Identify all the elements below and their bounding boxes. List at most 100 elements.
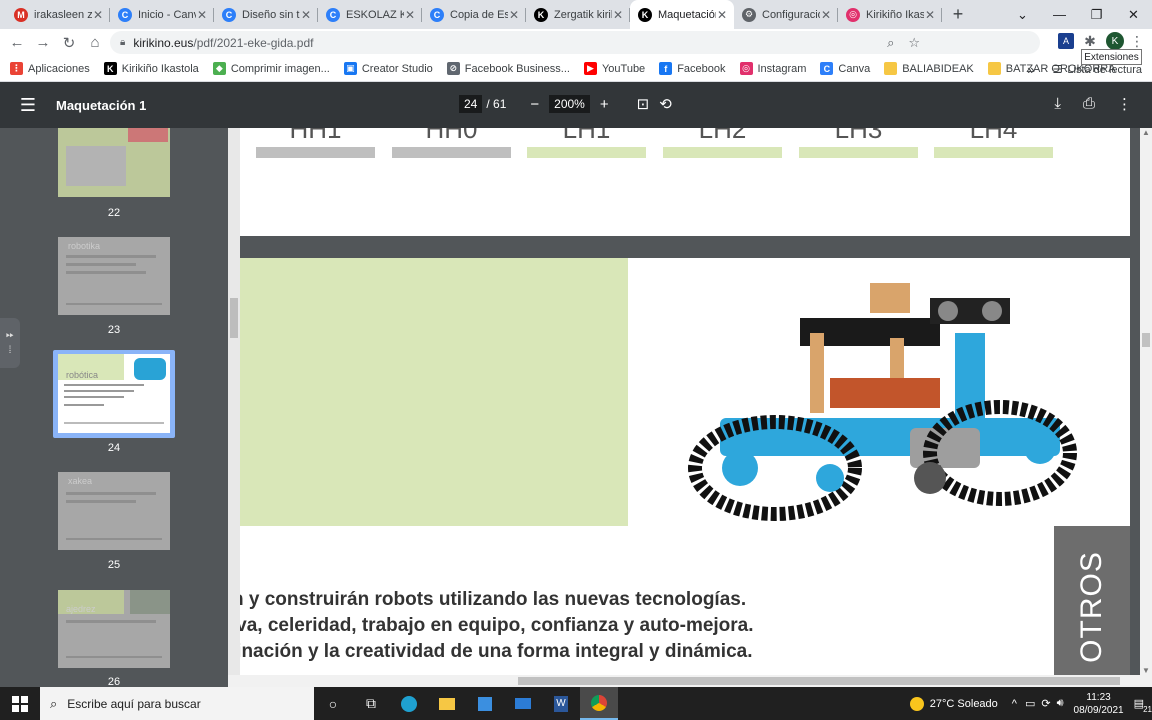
- close-tab-icon[interactable]: ✕: [820, 8, 832, 22]
- thumbnail-page-26[interactable]: ajedrez: [58, 590, 170, 668]
- print-icon[interactable]: ⎙: [1083, 95, 1095, 113]
- fit-page-icon[interactable]: ⊡: [637, 95, 650, 113]
- thumbnail-page-24[interactable]: robótica: [58, 354, 170, 433]
- close-tab-icon[interactable]: ✕: [508, 8, 520, 22]
- tray-overflow-icon[interactable]: ^: [1012, 698, 1017, 710]
- extension-icon[interactable]: A: [1058, 33, 1074, 49]
- pdf-menu-icon[interactable]: ☰: [0, 95, 56, 116]
- sidebar-toggle-handle[interactable]: ⏩︎ ⁞: [0, 318, 20, 368]
- close-tab-icon[interactable]: ✕: [92, 8, 104, 22]
- store-icon[interactable]: [466, 687, 504, 720]
- bookmark-item[interactable]: f Facebook: [659, 62, 726, 75]
- browser-tab[interactable]: C ESKOLAZ Kir✕: [318, 0, 422, 29]
- bookmark-item[interactable]: ⊘ Facebook Business...: [446, 62, 570, 75]
- bookmark-item[interactable]: ▶ YouTube: [583, 62, 645, 75]
- tab-title: Configuración: [762, 8, 820, 21]
- reload-button[interactable]: ↻: [56, 30, 82, 56]
- restore-button[interactable]: ❐: [1078, 0, 1115, 29]
- minimize-button[interactable]: —: [1041, 0, 1078, 29]
- browser-tab[interactable]: Mirakasleen ze✕: [6, 0, 110, 29]
- title-banner: [240, 258, 628, 526]
- robot-image: [688, 283, 1077, 521]
- address-url: kirikino.eus/pdf/2021-eke-gida.pdf: [133, 35, 314, 50]
- browser-tab[interactable]: ⚙ Configuración✕: [734, 0, 838, 29]
- back-button[interactable]: ←: [4, 30, 30, 56]
- scroll-down-arrow-icon[interactable]: ▼: [1142, 666, 1150, 675]
- sidebar-scrollbar[interactable]: [228, 128, 240, 687]
- bookmark-label: Facebook: [677, 62, 726, 75]
- zoom-out-button[interactable]: −: [530, 96, 539, 113]
- browser-tab[interactable]: K Maquetación ✕: [630, 0, 734, 29]
- bookmark-item[interactable]: C Canva: [820, 62, 870, 75]
- tab-title: ESKOLAZ Kir: [346, 8, 404, 21]
- volume-icon[interactable]: 🔊︎: [1057, 697, 1064, 710]
- viewer-horizontal-scrollbar[interactable]: [228, 675, 1152, 687]
- profile-avatar[interactable]: K: [1106, 32, 1124, 50]
- viewer-vertical-scrollbar[interactable]: ▲ ▼: [1140, 128, 1152, 675]
- pdf-title: Maquetación 1: [56, 97, 147, 113]
- bookmark-star-icon[interactable]: ☆: [908, 35, 920, 51]
- network-icon[interactable]: ▭: [1025, 697, 1035, 710]
- browser-tab[interactable]: ◎ Kirikiño Ikast ✕: [838, 0, 942, 29]
- folder-icon: [884, 62, 898, 75]
- close-tab-icon[interactable]: ✕: [924, 8, 936, 22]
- thumbnail-page-25[interactable]: xakea: [58, 472, 170, 550]
- taskbar-search-box[interactable]: ⌕ Escribe aquí para buscar: [40, 687, 314, 720]
- extensions-puzzle-icon[interactable]: ✱: [1080, 33, 1100, 50]
- bookmark-item[interactable]: ◎ Instagram: [739, 62, 806, 75]
- rotate-icon[interactable]: ⟲: [659, 95, 672, 113]
- thumbnail-page-22[interactable]: [58, 128, 170, 197]
- new-tab-button[interactable]: +: [942, 0, 974, 29]
- file-explorer-icon[interactable]: [428, 687, 466, 720]
- page-number-input[interactable]: 24: [459, 95, 483, 113]
- bookmark-item[interactable]: ◆ Comprimir imagen...: [212, 62, 330, 75]
- tab-search-icon[interactable]: ⌄: [1004, 0, 1041, 29]
- download-icon[interactable]: ⤓: [1054, 95, 1061, 113]
- thumbnail-page-23[interactable]: robotika: [58, 237, 170, 315]
- more-options-icon[interactable]: ⋮: [1117, 95, 1132, 113]
- close-tab-icon[interactable]: ✕: [612, 8, 624, 22]
- browser-tab[interactable]: C Copia de Esk✕: [422, 0, 526, 29]
- bookmark-label: Facebook Business...: [464, 62, 570, 75]
- system-tray: 27°C Soleado ^ ▭ ⟳ 🔊︎ 11:23 08/09/2021 ▤…: [909, 687, 1152, 720]
- address-bar[interactable]: 🔒︎ kirikino.eus/pdf/2021-eke-gida.pdf ⌕ …: [110, 31, 1040, 54]
- notification-icon[interactable]: ▤ 21: [1134, 697, 1152, 714]
- windows-start-icon[interactable]: [0, 687, 40, 720]
- bookmark-item[interactable]: BALIABIDEAK: [884, 62, 974, 75]
- tab-title: Maquetación: [658, 8, 716, 21]
- sync-icon[interactable]: ⟳: [1041, 697, 1050, 710]
- chrome-icon[interactable]: [580, 687, 618, 720]
- extensions-tooltip: Extensiones: [1081, 49, 1142, 65]
- close-window-button[interactable]: ✕: [1115, 0, 1152, 29]
- level-bar: [663, 147, 782, 158]
- close-tab-icon[interactable]: ✕: [196, 8, 208, 22]
- task-view-icon[interactable]: ⧉: [352, 687, 390, 720]
- taskbar-clock[interactable]: 11:23 08/09/2021: [1074, 691, 1124, 717]
- mail-icon[interactable]: [504, 687, 542, 720]
- browser-tab[interactable]: K Zergatik kirik ✕: [526, 0, 630, 29]
- windows-taskbar: ⌕ Escribe aquí para buscar ○ ⧉ W 27°C So…: [0, 687, 1152, 720]
- word-icon[interactable]: W: [542, 687, 580, 720]
- cortana-icon[interactable]: ○: [314, 687, 352, 720]
- close-tab-icon[interactable]: ✕: [300, 8, 312, 22]
- browser-tab[interactable]: C Diseño sin tí ✕: [214, 0, 318, 29]
- zoom-in-button[interactable]: +: [600, 96, 609, 113]
- scroll-up-arrow-icon[interactable]: ▲: [1142, 128, 1150, 137]
- close-tab-icon[interactable]: ✕: [716, 8, 728, 22]
- zoom-icon[interactable]: ⌕: [887, 35, 894, 51]
- forward-button[interactable]: →: [30, 30, 56, 56]
- zoom-level-input[interactable]: 200%: [549, 95, 590, 113]
- bookmarks-overflow-button[interactable]: »: [1027, 62, 1034, 77]
- level-bar: [799, 147, 918, 158]
- home-button[interactable]: ⌂: [82, 30, 108, 56]
- close-tab-icon[interactable]: ✕: [404, 8, 416, 22]
- weather-widget[interactable]: 27°C Soleado: [909, 696, 998, 711]
- bookmark-item[interactable]: ▣ Creator Studio: [343, 62, 433, 75]
- bookmark-item[interactable]: ⋮ Aplicaciones: [10, 62, 90, 75]
- level-bar: [934, 147, 1053, 158]
- browser-menu-icon[interactable]: ⋮: [1130, 33, 1144, 50]
- browser-tab[interactable]: C Inicio - Canv ✕: [110, 0, 214, 29]
- edge-icon[interactable]: [390, 687, 428, 720]
- expand-icon: ⏩︎: [6, 330, 14, 341]
- bookmark-item[interactable]: K Kirikiño Ikastola: [103, 62, 199, 75]
